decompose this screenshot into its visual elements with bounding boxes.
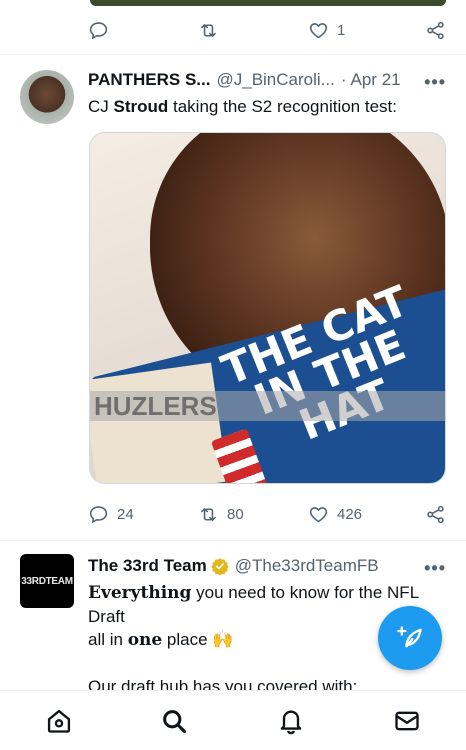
more-options-button[interactable]: ••• <box>424 72 446 93</box>
nav-home-button[interactable] <box>45 707 73 735</box>
compose-tweet-button[interactable] <box>378 606 442 670</box>
verified-badge-icon <box>211 558 229 575</box>
avatar-logo-text: 33RDTEAM <box>21 575 73 587</box>
previous-tweet-media[interactable] <box>90 0 446 6</box>
like-button[interactable]: 426 <box>308 504 362 525</box>
like-count: 1 <box>337 22 346 39</box>
user-handle[interactable]: @The33rdTeamFB <box>235 556 379 576</box>
tweet-text-bold: one <box>127 630 163 650</box>
retweet-count: 80 <box>227 506 244 523</box>
home-icon <box>47 709 71 733</box>
retweet-button[interactable] <box>198 20 227 41</box>
retweet-icon <box>201 508 216 521</box>
heart-icon <box>309 23 328 39</box>
tweet-action-bar: 24 80 426 <box>88 500 448 530</box>
avatar[interactable]: 33RDTEAM <box>20 554 74 608</box>
reply-count: 24 <box>117 506 134 523</box>
avatar[interactable] <box>20 70 74 124</box>
tweet-text-part: CJ <box>88 97 114 116</box>
share-button[interactable] <box>425 504 446 525</box>
nav-messages-button[interactable] <box>393 707 421 735</box>
tweet-divider <box>0 540 466 541</box>
reply-button[interactable] <box>88 20 117 41</box>
tweet-media-image[interactable]: THE CAT IN THE HAT HUZLERS <box>89 132 446 484</box>
more-options-button[interactable]: ••• <box>424 558 446 579</box>
share-icon <box>427 505 444 524</box>
tweet-header: PANTHERS S... @J_BinCaroli... · Apr 21 <box>88 70 401 90</box>
reply-button[interactable]: 24 <box>88 504 134 525</box>
bell-icon <box>280 710 302 735</box>
retweet-button[interactable]: 80 <box>198 504 244 525</box>
tweet-divider <box>0 54 466 55</box>
search-icon <box>163 710 187 734</box>
share-icon <box>427 21 444 40</box>
bottom-navigation-bar <box>0 690 466 750</box>
display-name[interactable]: PANTHERS S... <box>88 70 210 90</box>
retweet-icon <box>201 24 216 37</box>
reply-icon <box>89 506 108 524</box>
nav-search-button[interactable] <box>160 707 188 735</box>
tweet-text-part: all in <box>88 630 128 649</box>
tweet-text-part: taking the S2 recognition test: <box>168 97 397 116</box>
user-handle[interactable]: @J_BinCaroli... <box>216 70 334 90</box>
like-button[interactable]: 1 <box>308 20 345 41</box>
tweet-text-bold: Stroud <box>113 97 169 116</box>
share-button[interactable] <box>425 20 446 41</box>
envelope-icon <box>395 711 419 731</box>
tweet-text-bold: Everything <box>88 583 192 603</box>
image-watermark: HUZLERS <box>90 391 445 421</box>
tweet-header: The 33rd Team @The33rdTeamFB <box>88 556 379 576</box>
reply-icon <box>89 22 108 40</box>
image-book-page <box>90 362 228 483</box>
tweet-text: CJ Stroud taking the S2 recognition test… <box>88 95 448 118</box>
nav-notifications-button[interactable] <box>277 707 305 735</box>
compose-icon <box>397 626 422 648</box>
like-count: 426 <box>337 506 363 523</box>
previous-tweet-action-bar: 1 <box>88 16 448 46</box>
display-name[interactable]: The 33rd Team <box>88 556 207 576</box>
date-separator: · <box>340 70 347 89</box>
tweet-date[interactable]: Apr 21 <box>351 70 401 90</box>
heart-icon <box>309 507 328 523</box>
tweet-text-part: place 🙌 <box>162 630 234 649</box>
